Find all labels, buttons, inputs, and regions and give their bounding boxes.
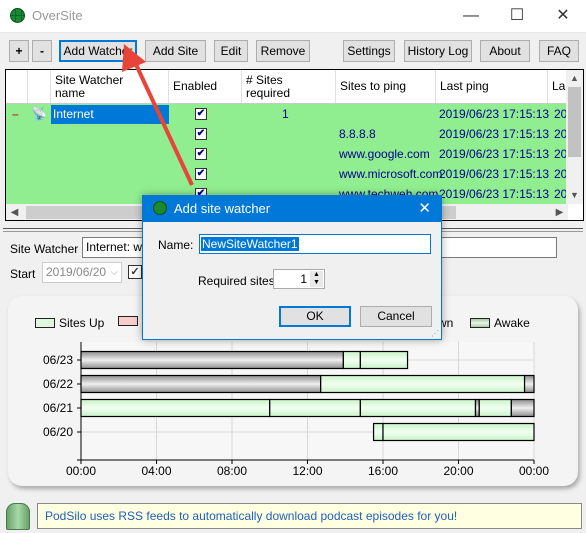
globe-icon — [153, 201, 167, 215]
stepper-down-icon[interactable]: ▼ — [310, 279, 323, 287]
name-input[interactable]: NewSiteWatcher1 — [199, 234, 431, 254]
arrow-shaft — [131, 57, 194, 186]
add-site-watcher-dialog: Add site watcher ✕ Name: NewSiteWatcher1… — [142, 195, 442, 340]
stepper-up-icon[interactable]: ▲ — [310, 271, 323, 279]
required-sites-stepper[interactable]: 1 ▲ ▼ — [273, 269, 325, 289]
name-input-value: NewSiteWatcher1 — [201, 237, 299, 251]
tip-text: PodSilo uses RSS feeds to automatically … — [45, 509, 458, 523]
arrow-head — [122, 44, 146, 72]
tip-banner[interactable]: PodSilo uses RSS feeds to automatically … — [37, 503, 582, 529]
required-sites-label: Required sites: — [198, 274, 279, 288]
dialog-close-button[interactable]: ✕ — [418, 199, 431, 217]
required-sites-value: 1 — [300, 272, 307, 286]
name-label: Name: — [158, 238, 194, 252]
ok-button[interactable]: OK — [279, 306, 351, 327]
dialog-title: Add site watcher — [174, 201, 271, 216]
dialog-title-bar: Add site watcher ✕ — [143, 196, 441, 222]
podsilo-icon — [6, 503, 30, 530]
cancel-button[interactable]: Cancel — [360, 306, 432, 327]
resize-grip-icon[interactable]: ⋰ — [431, 329, 439, 338]
